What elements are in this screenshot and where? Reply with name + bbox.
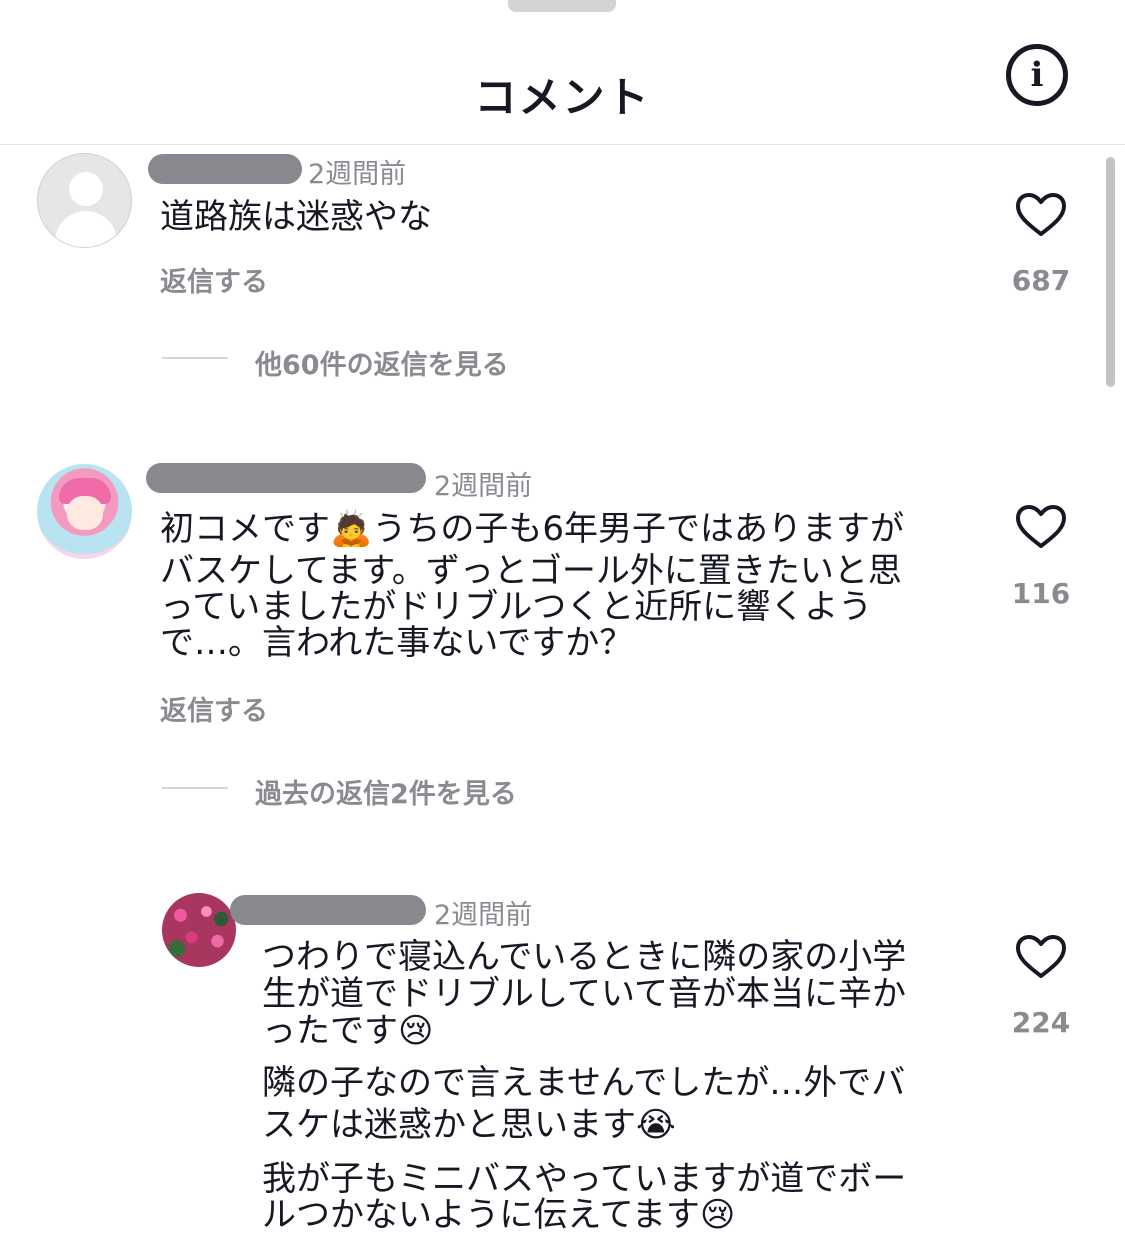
comment-text-line: スケは迷惑かと思います😭: [262, 1105, 676, 1145]
heart-icon[interactable]: [1015, 504, 1067, 550]
drag-handle[interactable]: [508, 0, 616, 12]
view-replies-button[interactable]: 過去の返信2件を見る: [255, 772, 517, 811]
like-count: 687: [1011, 264, 1071, 297]
scrollbar[interactable]: [1106, 157, 1115, 387]
view-replies-button[interactable]: 他60件の返信を見る: [255, 343, 509, 382]
comments-header: コメント i: [0, 14, 1125, 145]
comment-text-line: 初コメです🙇うちの子も6年男子ではありますが: [160, 509, 904, 549]
comment-text-line: つわりで寝込んでいるときに隣の家の小学: [262, 937, 907, 977]
reply-button[interactable]: 返信する: [160, 260, 268, 299]
comment-time: 2週間前: [308, 159, 407, 190]
avatar[interactable]: [162, 893, 236, 967]
comment-time: 2週間前: [434, 471, 533, 502]
redacted-username: [148, 154, 302, 184]
redacted-username: [230, 895, 426, 925]
like-count: 116: [1011, 577, 1071, 610]
comment-text: 道路族は迷惑やな: [160, 197, 432, 237]
info-icon[interactable]: i: [1006, 44, 1068, 106]
comment-text-line: 生が道でドリブルしていて音が本当に辛か: [262, 974, 906, 1014]
comment-text-line: 我が子もミニバスやっていますが道でボー: [262, 1159, 907, 1199]
comment-time: 2週間前: [434, 900, 533, 931]
comment-text-line: っていましたがドリブルつくと近所に響くよう: [160, 587, 873, 627]
page-title: コメント: [474, 73, 651, 122]
comment-text-line: バスケしてます。ずっとゴール外に置きたいと思: [160, 551, 902, 591]
divider: [162, 787, 228, 789]
divider: [162, 357, 228, 359]
comment-text-line: ルつかないように伝えてます😢: [262, 1195, 736, 1235]
comment-text-line: で…。言われた事ないですか？: [160, 623, 634, 663]
heart-icon[interactable]: [1015, 934, 1067, 980]
redacted-username: [146, 463, 426, 493]
comment-text-line: ったです😢: [262, 1011, 434, 1051]
comment-text-line: 隣の子なので言えませんでしたが…外でバ: [262, 1063, 906, 1103]
heart-icon[interactable]: [1015, 192, 1067, 238]
avatar[interactable]: [37, 464, 132, 559]
avatar[interactable]: [37, 153, 132, 248]
reply-button[interactable]: 返信する: [160, 689, 268, 728]
like-count: 224: [1011, 1006, 1071, 1039]
